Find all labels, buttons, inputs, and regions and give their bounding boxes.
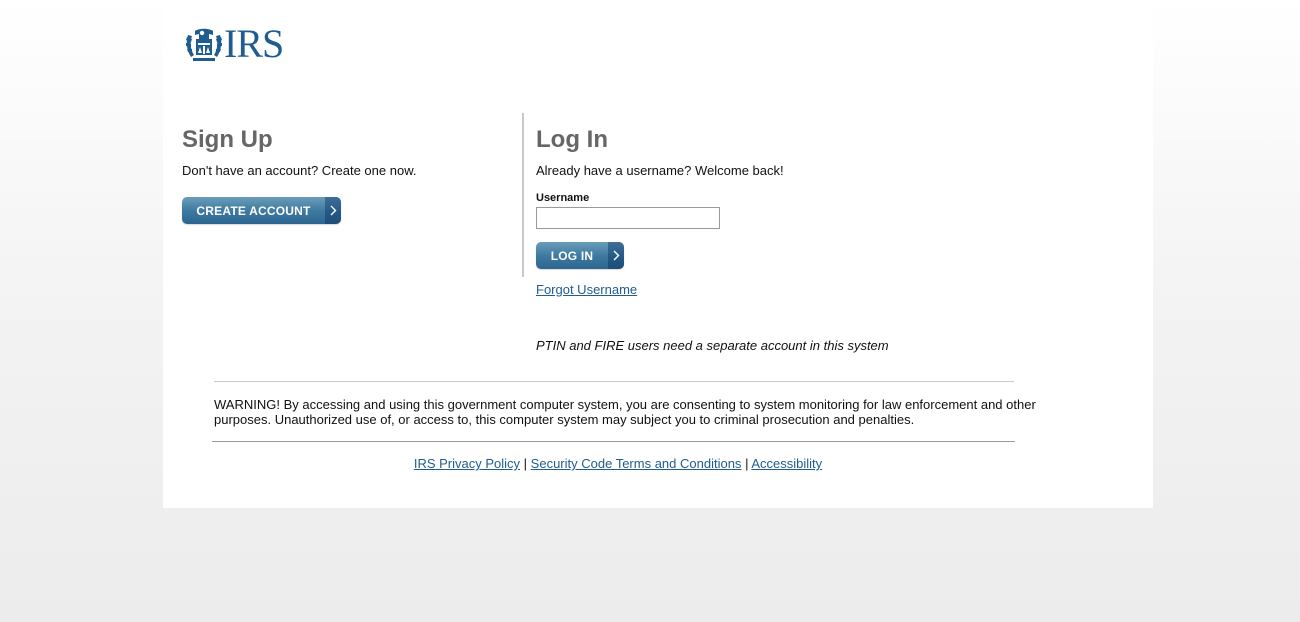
login-section: Log In Already have a username? Welcome … bbox=[536, 125, 956, 354]
privacy-policy-link[interactable]: IRS Privacy Policy bbox=[414, 456, 520, 471]
security-code-terms-link[interactable]: Security Code Terms and Conditions bbox=[531, 456, 742, 471]
page-container: IRS Sign Up Don't have an account? Creat… bbox=[163, 0, 1153, 508]
irs-logo[interactable]: IRS bbox=[185, 21, 284, 66]
footer-links: IRS Privacy Policy | Security Code Terms… bbox=[163, 456, 1073, 472]
warning-text: WARNING! By accessing and using this gov… bbox=[214, 397, 1036, 427]
chevron-right-icon bbox=[608, 242, 624, 269]
warning-bottom-divider bbox=[212, 441, 1015, 442]
irs-eagle-seal-icon bbox=[186, 28, 222, 61]
footer-separator: | bbox=[745, 456, 749, 471]
username-input[interactable] bbox=[536, 207, 720, 229]
logo-text: IRS bbox=[224, 21, 284, 66]
forgot-username-link[interactable]: Forgot Username bbox=[536, 282, 956, 298]
chevron-right-icon bbox=[325, 197, 341, 224]
signup-title: Sign Up bbox=[182, 126, 273, 153]
login-description: Already have a username? Welcome back! bbox=[536, 163, 784, 178]
footer-separator: | bbox=[523, 456, 528, 471]
ptin-fire-note: PTIN and FIRE users need a separate acco… bbox=[536, 338, 889, 353]
login-title: Log In bbox=[536, 126, 608, 153]
accessibility-link[interactable]: Accessibility bbox=[751, 456, 822, 471]
create-account-label: CREATE ACCOUNT bbox=[196, 203, 311, 218]
username-label: Username bbox=[536, 192, 590, 204]
create-account-button[interactable]: CREATE ACCOUNT bbox=[182, 197, 341, 224]
warning-top-divider bbox=[214, 381, 1014, 382]
signup-description: Don't have an account? Create one now. bbox=[182, 163, 417, 178]
section-divider bbox=[522, 113, 524, 277]
log-in-button[interactable]: LOG IN bbox=[536, 242, 624, 269]
log-in-label: LOG IN bbox=[550, 248, 594, 263]
signup-section: Sign Up Don't have an account? Create on… bbox=[182, 125, 502, 224]
